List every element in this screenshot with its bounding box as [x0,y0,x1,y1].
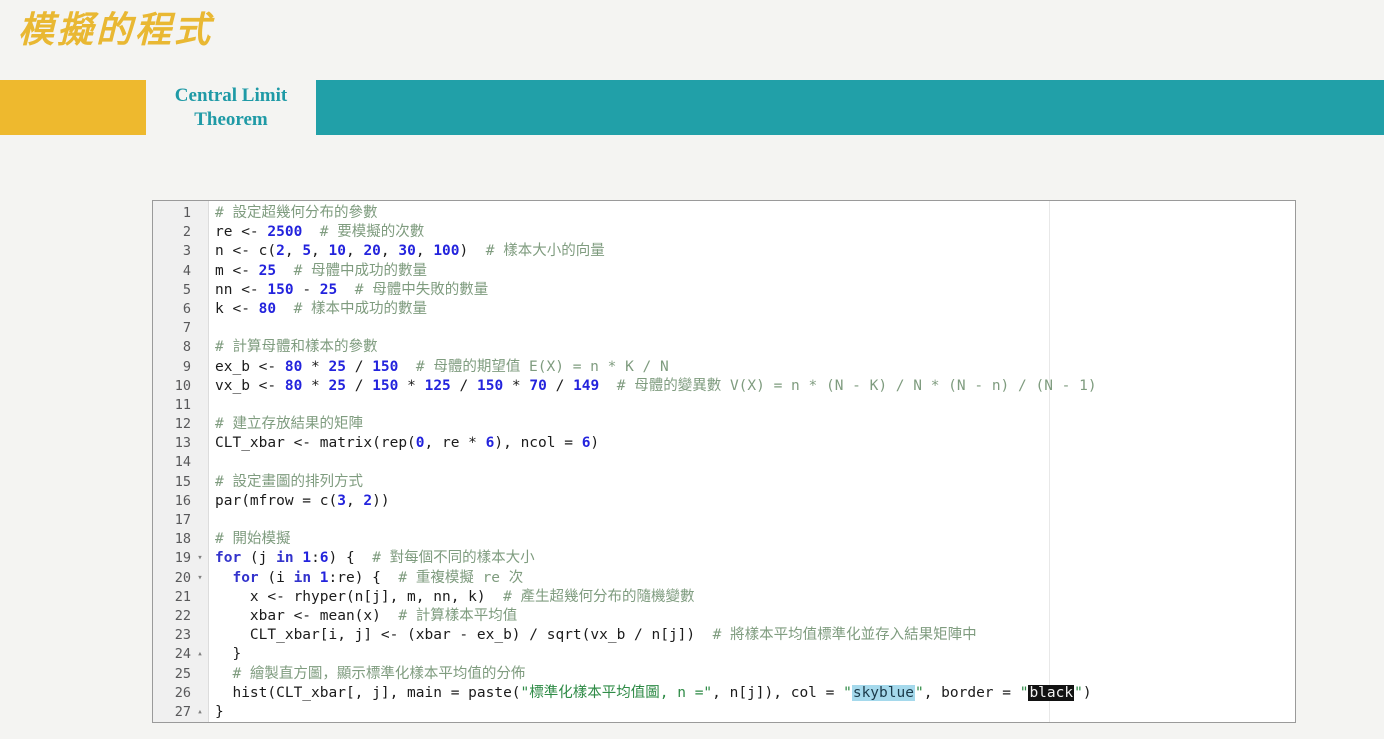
code-line-text: # 開始模擬 [215,531,291,548]
line-number: 22 [174,607,191,624]
line-number: 9 [182,358,191,375]
code-line-text: # 建立存放結果的矩陣 [215,416,363,433]
code-line-text: k <- 80 # 樣本中成功的數量 [215,300,428,317]
code-line-text: for (i in 1:re) { # 重複模擬 re 次 [232,569,524,586]
code-line: 24 ▴ } [153,645,1295,664]
code-line-text: n <- c(2, 5, 10, 20, 30, 100) # 樣本大小的向量 [215,243,605,260]
line-number: 19 [174,550,191,567]
banner-right-color-block [316,80,1384,135]
code-line-text: } [215,703,224,720]
line-number: 27 [174,703,191,720]
code-line: 4 m <- 25 # 母體中成功的數量 [153,262,1295,281]
code-line-text: x <- rhyper(n[j], m, nn, k) # 產生超幾何分布的隨機… [215,588,695,605]
code-line: 11 [153,396,1295,415]
code-line: 27 ▴ } [153,703,1295,722]
code-line: 12 # 建立存放結果的矩陣 [153,415,1295,434]
line-number: 26 [174,684,191,701]
code-line: 13 CLT_xbar <- matrix(rep(0, re * 6), nc… [153,434,1295,453]
code-line: 15 # 設定畫圖的排列方式 [153,473,1295,492]
code-line: 9 ex_b <- 80 * 25 / 150 # 母體的期望值 E(X) = … [153,358,1295,377]
code-line: 23 CLT_xbar[i, j] <- (xbar - ex_b) / sqr… [153,626,1295,645]
page-title: 模擬的程式 [18,10,214,50]
line-number: 6 [182,300,191,317]
code-line: 25 # 繪製直方圖，顯示標準化樣本平均值的分佈 [153,665,1295,684]
code-line: 3 n <- c(2, 5, 10, 20, 30, 100) # 樣本大小的向… [153,242,1295,261]
code-line-text: # 設定畫圖的排列方式 [215,473,363,490]
code-line: 1 # 設定超幾何分布的參數 [153,204,1295,223]
code-line: 19 ▾ for (j in 1:6) { # 對每個不同的樣本大小 [153,549,1295,568]
code-line: 18 # 開始模擬 [153,530,1295,549]
code-line: 6 k <- 80 # 樣本中成功的數量 [153,300,1295,319]
line-number: 12 [174,416,191,433]
line-number: 17 [174,512,191,528]
banner-label: Central Limit Theorem [146,80,316,135]
code-line-text: # 設定超幾何分布的參數 [215,205,378,221]
code-line-text: vx_b <- 80 * 25 / 150 * 125 / 150 * 70 /… [215,377,1097,394]
line-number: 8 [182,339,191,356]
line-number: 3 [182,243,191,260]
code-line-text: # 繪製直方圖，顯示標準化樣本平均值的分佈 [232,665,526,682]
line-number: 25 [174,665,191,682]
banner-label-line2: Theorem [194,108,268,130]
line-number: 18 [174,531,191,548]
code-line: 5 nn <- 150 - 25 # 母體中失敗的數量 [153,281,1295,300]
code-line-text: # 計算母體和樣本的參數 [215,339,378,356]
code-line: 22 xbar <- mean(x) # 計算樣本平均值 [153,607,1295,626]
code-content[interactable]: 1 # 設定超幾何分布的參數 2 re <- 2500 # 要模擬的次數 3 n… [153,204,1295,722]
code-line-text: m <- 25 # 母體中成功的數量 [215,262,428,279]
line-number: 10 [174,377,191,394]
code-line-text: for (j in 1:6) { # 對每個不同的樣本大小 [215,550,535,567]
line-number: 7 [182,320,191,337]
code-line-text: hist(CLT_xbar[, j], main = paste("標準化樣本平… [215,684,1092,701]
color-highlight-black: black [1028,684,1075,701]
color-highlight-skyblue: skyblue [851,684,915,701]
line-number: 1 [182,205,191,221]
code-line: 14 [153,453,1295,472]
banner-label-line1: Central Limit [174,84,288,106]
line-number: 14 [174,454,191,471]
code-line-text: xbar <- mean(x) # 計算樣本平均值 [215,607,518,624]
line-number: 2 [182,224,191,241]
code-line-text: nn <- 150 - 25 # 母體中失敗的數量 [215,281,489,298]
code-line: 10 vx_b <- 80 * 25 / 150 * 125 / 150 * 7… [153,377,1295,396]
fold-marker-icon[interactable]: ▴ [191,703,209,722]
fold-marker-icon[interactable]: ▾ [191,549,209,568]
line-number: 23 [174,627,191,644]
fold-marker-icon[interactable]: ▾ [191,569,209,588]
code-line: 17 [153,511,1295,530]
code-line: 7 [153,319,1295,338]
line-number: 24 [174,646,191,663]
code-line-text: } [215,646,242,663]
code-line-text: CLT_xbar[i, j] <- (xbar - ex_b) / sqrt(v… [215,627,977,644]
line-number: 15 [174,473,191,490]
banner: Central Limit Theorem [0,80,1384,135]
code-line: 2 re <- 2500 # 要模擬的次數 [153,223,1295,242]
line-number: 5 [182,281,191,298]
code-line: 16 par(mfrow = c(3, 2)) [153,492,1295,511]
line-number: 20 [174,569,191,586]
code-line: 20 ▾ for (i in 1:re) { # 重複模擬 re 次 [153,569,1295,588]
line-number: 16 [174,492,191,509]
code-line-text: CLT_xbar <- matrix(rep(0, re * 6), ncol … [215,435,600,452]
code-editor[interactable]: 1 # 設定超幾何分布的參數 2 re <- 2500 # 要模擬的次數 3 n… [152,200,1296,723]
line-number: 4 [182,262,191,279]
fold-marker-icon[interactable]: ▴ [191,645,209,664]
banner-left-color-block [0,80,146,135]
line-number: 21 [174,588,191,605]
code-line-text: ex_b <- 80 * 25 / 150 # 母體的期望值 E(X) = n … [215,358,669,375]
code-line: 26 hist(CLT_xbar[, j], main = paste("標準化… [153,684,1295,703]
code-line: 8 # 計算母體和樣本的參數 [153,338,1295,357]
code-line: 21 x <- rhyper(n[j], m, nn, k) # 產生超幾何分布… [153,588,1295,607]
line-number: 13 [174,435,191,452]
code-line-text: re <- 2500 # 要模擬的次數 [215,224,425,241]
code-line-text: par(mfrow = c(3, 2)) [215,492,390,509]
line-number: 11 [174,396,191,413]
